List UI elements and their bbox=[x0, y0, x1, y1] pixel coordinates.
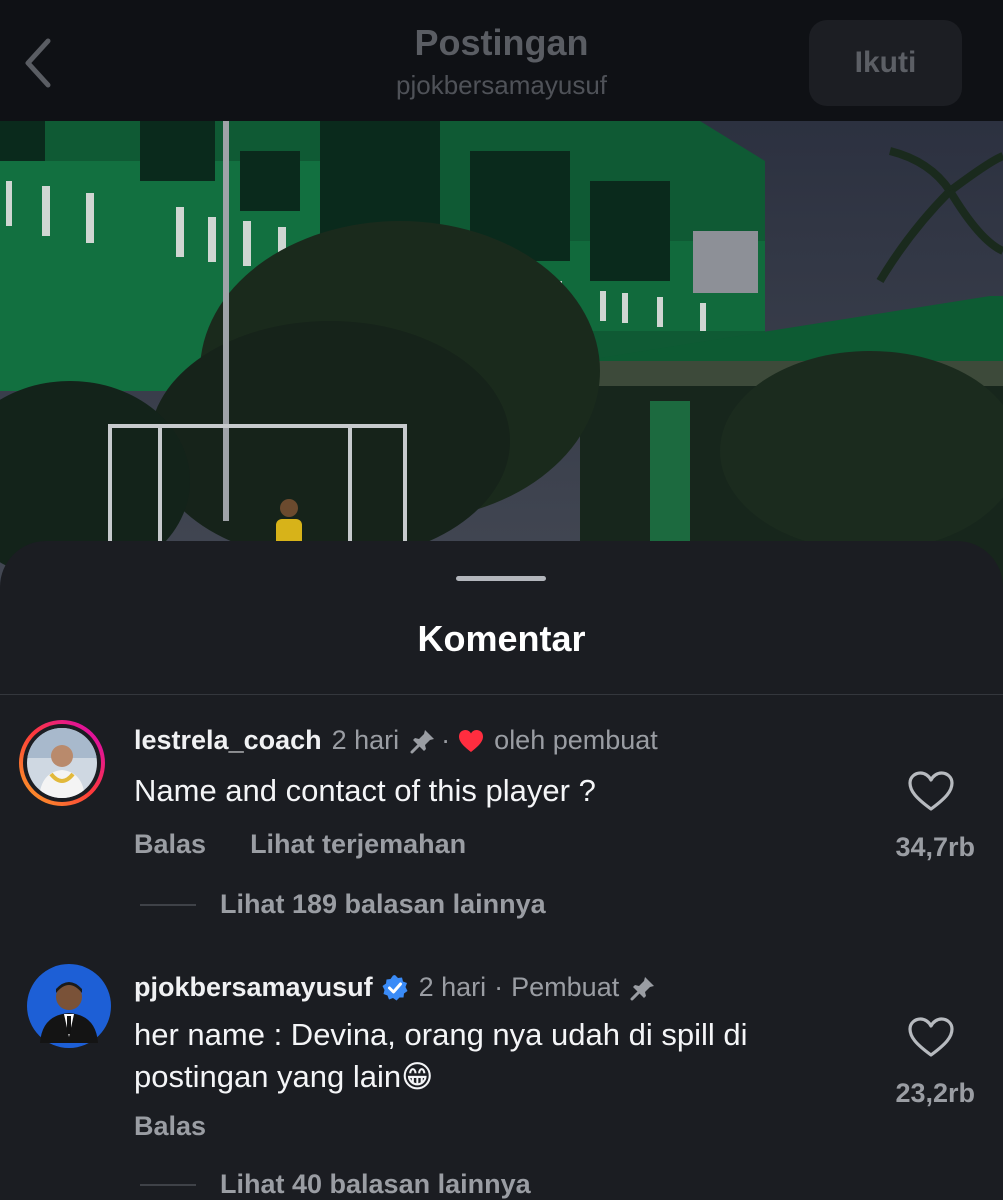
comments-sheet: Komentar lestrela_coach 2 hari · oleh pe… bbox=[0, 541, 1003, 1200]
view-replies-label: Lihat 189 balasan lainnya bbox=[220, 889, 546, 919]
avatar bbox=[27, 964, 111, 1048]
comment-text: Name and contact of this player ? bbox=[134, 773, 596, 808]
verified-badge-icon bbox=[382, 974, 408, 1000]
replies-line bbox=[140, 1183, 196, 1186]
heart-outline-icon bbox=[908, 771, 954, 811]
reply-button[interactable]: Balas bbox=[134, 1111, 206, 1142]
divider bbox=[0, 694, 1003, 695]
heart-filled-icon bbox=[459, 729, 484, 752]
replies-line bbox=[140, 903, 196, 906]
comment-meta: lestrela_coach 2 hari · oleh pembuat bbox=[134, 725, 658, 756]
like-count: 23,2rb bbox=[895, 1078, 975, 1108]
view-replies-button[interactable]: Lihat 40 balasan lainnya bbox=[140, 1169, 531, 1200]
comment-username[interactable]: lestrela_coach bbox=[134, 725, 322, 756]
like-button[interactable] bbox=[906, 1015, 958, 1059]
like-button[interactable] bbox=[906, 769, 958, 813]
sheet-drag-handle[interactable] bbox=[456, 576, 546, 581]
pin-icon bbox=[410, 729, 435, 753]
top-bar: Postingan pjokbersamayusuf Ikuti bbox=[0, 0, 1003, 121]
like-count: 34,7rb bbox=[895, 832, 975, 862]
comment-username[interactable]: pjokbersamayusuf bbox=[134, 972, 373, 1003]
avatar-story-ring[interactable] bbox=[19, 720, 105, 806]
sheet-title: Komentar bbox=[417, 618, 586, 659]
comment-meta: pjokbersamayusuf 2 hari · Pembuat bbox=[134, 972, 661, 1003]
view-replies-button[interactable]: Lihat 189 balasan lainnya bbox=[140, 889, 546, 920]
view-replies-label: Lihat 40 balasan lainnya bbox=[220, 1169, 531, 1199]
liked-by-creator-label: oleh pembuat bbox=[494, 725, 658, 755]
comment-text-line-1: her name : Devina, orang nya udah di spi… bbox=[134, 1017, 748, 1052]
comment-time: 2 hari bbox=[331, 725, 400, 755]
meta-separator: · bbox=[441, 725, 451, 755]
reply-button[interactable]: Balas bbox=[134, 829, 206, 860]
avatar-container[interactable] bbox=[26, 963, 112, 1049]
meta-separator: · bbox=[494, 972, 504, 1002]
avatar bbox=[27, 728, 97, 798]
heart-outline-icon bbox=[908, 1017, 954, 1057]
creator-label: Pembuat bbox=[511, 972, 620, 1002]
see-translation-button[interactable]: Lihat terjemahan bbox=[250, 829, 466, 860]
comment-time: 2 hari bbox=[418, 972, 487, 1002]
comment-text-line-2: postingan yang lain😁 bbox=[134, 1059, 434, 1094]
follow-button[interactable]: Ikuti bbox=[809, 20, 962, 106]
pin-icon bbox=[630, 976, 655, 1000]
